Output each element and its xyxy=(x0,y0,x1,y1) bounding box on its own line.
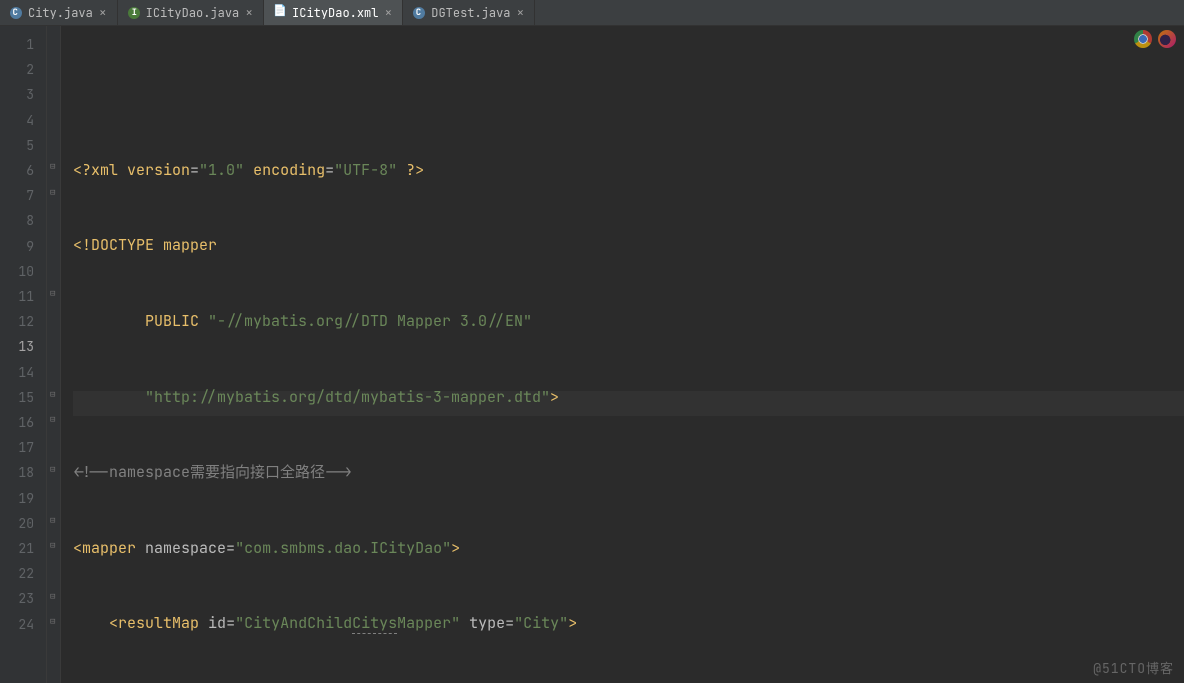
fold-marker-icon[interactable]: ⊟ xyxy=(50,413,58,421)
line-number-gutter: 123456789101112131415161718192021222324 xyxy=(0,26,47,683)
close-icon[interactable]: × xyxy=(516,4,524,21)
fold-marker-icon[interactable]: ⊟ xyxy=(50,539,58,547)
tab-city-java[interactable]: City.java × xyxy=(0,0,118,25)
tab-label: DGTest.java xyxy=(431,5,510,21)
java-class-icon xyxy=(10,7,22,19)
fold-marker-icon[interactable]: ⊟ xyxy=(50,160,58,168)
watermark-text: @51CTO博客 xyxy=(1093,658,1174,677)
code-editor[interactable]: <?xml version="1.0" encoding="UTF-8" ?> … xyxy=(61,26,1184,683)
close-icon[interactable]: × xyxy=(384,4,392,21)
java-interface-icon xyxy=(128,7,140,19)
fold-marker-icon[interactable]: ⊟ xyxy=(50,615,58,623)
firefox-icon[interactable] xyxy=(1158,30,1176,48)
xml-file-icon xyxy=(274,7,286,19)
tab-icitydao-xml[interactable]: ICityDao.xml × xyxy=(264,0,403,25)
fold-marker-icon[interactable]: ⊟ xyxy=(50,514,58,522)
tab-label: City.java xyxy=(28,5,93,21)
tab-label: ICityDao.java xyxy=(146,5,240,21)
browser-preview-icons xyxy=(1134,30,1176,48)
fold-marker-icon[interactable]: ⊟ xyxy=(50,463,58,471)
fold-gutter: ⊟ ⊟ ⊟ ⊟ ⊟ ⊟ ⊟ ⊟ ⊟ ⊟ xyxy=(47,26,61,683)
close-icon[interactable]: × xyxy=(99,4,107,21)
editor-pane: 123456789101112131415161718192021222324 … xyxy=(0,26,1184,683)
fold-marker-icon[interactable]: ⊟ xyxy=(50,388,58,396)
fold-marker-icon[interactable]: ⊟ xyxy=(50,287,58,295)
close-icon[interactable]: × xyxy=(245,4,253,21)
java-class-icon xyxy=(413,7,425,19)
tab-dgtest-java[interactable]: DGTest.java × xyxy=(403,0,535,25)
fold-marker-icon[interactable]: ⊟ xyxy=(50,590,58,598)
chrome-icon[interactable] xyxy=(1134,30,1152,48)
editor-tabs: City.java× ICityDao.java× ICityDao.xml× … xyxy=(0,0,1184,26)
tab-icitydao-java[interactable]: ICityDao.java × xyxy=(118,0,264,25)
tab-label: ICityDao.xml xyxy=(292,5,378,21)
fold-marker-icon[interactable]: ⊟ xyxy=(50,186,58,194)
